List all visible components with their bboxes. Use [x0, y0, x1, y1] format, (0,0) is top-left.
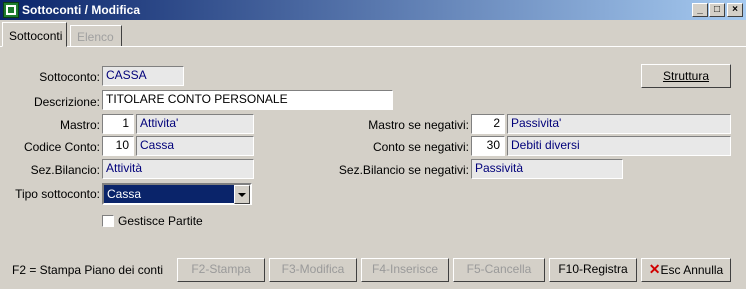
tab-sottoconti[interactable]: Sottoconti [2, 22, 67, 47]
app-icon [3, 2, 19, 18]
sottoconto-label: Sottoconto: [39, 70, 100, 84]
tipo-sottoconto-value: Cassa [107, 187, 142, 201]
annulla-key-label: Esc [660, 263, 681, 277]
inserisce-button[interactable]: F4-Inserisce [361, 258, 449, 282]
mastro-neg-label: Mastro se negativi: [368, 118, 469, 132]
sez-bilancio-field: Attività [102, 159, 254, 179]
gestisce-partite-label: Gestisce Partite [118, 214, 203, 228]
tab-elenco[interactable]: Elenco [70, 25, 122, 47]
conto-neg-description: Debiti diversi [507, 136, 731, 156]
sez-bilancio-label: Sez.Bilancio: [30, 163, 100, 177]
mastro-number-field[interactable]: 1 [102, 114, 134, 134]
maximize-button[interactable]: □ [709, 3, 725, 17]
mastro-label: Mastro: [59, 118, 100, 132]
descrizione-label: Descrizione: [33, 95, 100, 109]
tipo-sottoconto-select[interactable]: Cassa [102, 183, 252, 205]
conto-neg-label: Conto se negativi: [372, 140, 469, 154]
title-bar: Sottoconti / Modifica _ □ × [0, 0, 746, 20]
stampa-button[interactable]: F2-Stampa [177, 258, 265, 282]
descrizione-field[interactable]: TITOLARE CONTO PERSONALE [102, 90, 393, 110]
gestisce-partite-checkbox[interactable] [102, 215, 114, 227]
conto-neg-number-field[interactable]: 30 [471, 136, 505, 156]
cancella-button[interactable]: F5-Cancella [453, 258, 545, 282]
chevron-down-icon[interactable] [234, 185, 250, 204]
footer-hint: F2 = Stampa Piano dei conti [12, 263, 164, 277]
sez-bilancio-neg-field: Passività [471, 159, 623, 179]
codice-conto-number-field[interactable]: 10 [102, 136, 134, 156]
struttura-button[interactable]: Struttura [641, 64, 731, 88]
window-title: Sottoconti / Modifica [22, 3, 140, 17]
mastro-neg-description: Passivita' [507, 114, 731, 134]
registra-button[interactable]: F10-Registra [549, 258, 637, 282]
annulla-label: Annulla [683, 263, 724, 277]
tipo-sottoconto-label: Tipo sottoconto: [15, 187, 100, 201]
mastro-neg-number-field[interactable]: 2 [471, 114, 505, 134]
codice-conto-description: Cassa [136, 136, 254, 156]
minimize-button[interactable]: _ [692, 3, 708, 17]
cancel-x-icon: ✕ [648, 261, 661, 277]
modifica-button[interactable]: F3-Modifica [269, 258, 357, 282]
sez-bilancio-neg-label: Sez.Bilancio se negativi: [338, 163, 469, 177]
mastro-description: Attivita' [136, 114, 254, 134]
annulla-button[interactable]: ✕Esc Annulla [641, 258, 731, 282]
sottoconto-field[interactable]: CASSA [102, 66, 184, 86]
close-button[interactable]: × [727, 3, 743, 17]
codice-conto-label: Codice Conto: [23, 140, 100, 154]
